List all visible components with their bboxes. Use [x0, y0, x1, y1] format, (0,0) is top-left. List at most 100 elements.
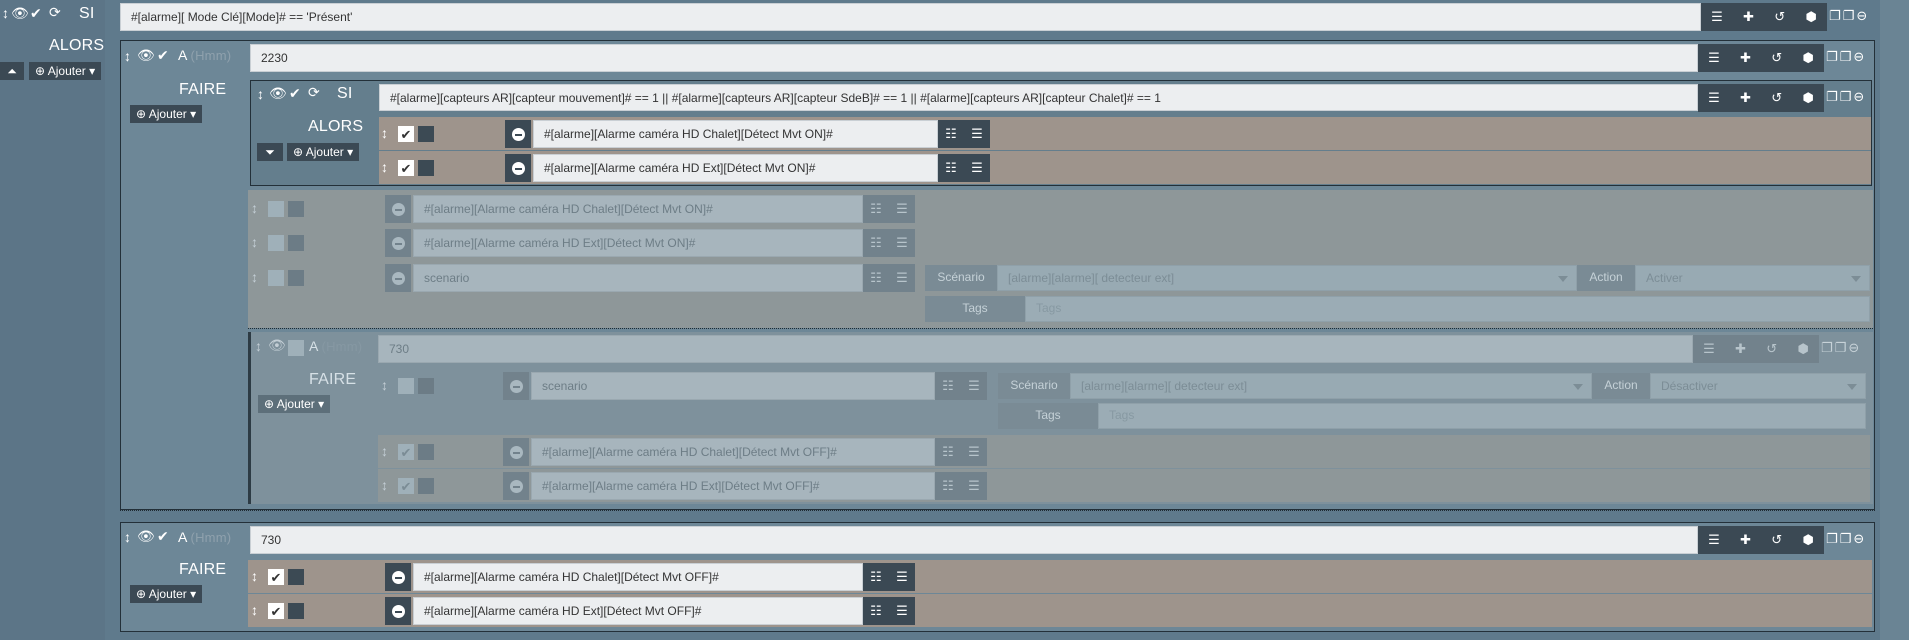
- list-icon[interactable]: ☰: [1708, 532, 1720, 548]
- collapse-button[interactable]: ⏷: [257, 143, 283, 161]
- check-icon[interactable]: ✔: [30, 6, 42, 20]
- eye-icon[interactable]: 👁: [11, 6, 29, 20]
- eye-icon[interactable]: 👁: [268, 338, 286, 352]
- list-icon[interactable]: ☰: [971, 160, 983, 176]
- tags-input[interactable]: Tags: [1098, 403, 1866, 429]
- puzzle-icon[interactable]: ✚: [1735, 341, 1746, 357]
- drag-handle-icon[interactable]: ↕: [251, 235, 258, 249]
- enable-checkbox[interactable]: [268, 235, 284, 251]
- si-inner-condition-input[interactable]: #[alarme][capteurs AR][capteur mouvement…: [379, 84, 1698, 111]
- enable-checkbox[interactable]: [288, 340, 304, 356]
- list-check-icon[interactable]: ☷: [945, 160, 957, 176]
- action-command-input[interactable]: #[alarme][Alarme caméra HD Chalet][Détec…: [533, 120, 938, 148]
- remove-action-button[interactable]: [505, 154, 531, 182]
- remove-icon[interactable]: ⊖: [1848, 340, 1859, 356]
- eye-icon[interactable]: 👁: [137, 48, 155, 62]
- scenario-select[interactable]: [alarme][alarme][ detecteur ext]: [1070, 373, 1592, 399]
- add-faire-button[interactable]: ⊕ Ajouter ▾: [130, 105, 203, 123]
- drag-handle-icon[interactable]: ↕: [381, 126, 388, 140]
- si-condition-input[interactable]: #[alarme][ Mode Clé][Mode]# == 'Présent': [120, 3, 1701, 31]
- a-time-input[interactable]: 2230: [250, 44, 1698, 72]
- drag-handle-icon[interactable]: ↕: [251, 603, 258, 617]
- enable-checkbox[interactable]: [268, 201, 284, 217]
- eye-icon[interactable]: 👁: [269, 86, 287, 100]
- refresh-icon[interactable]: ⟳: [308, 85, 320, 99]
- list-check-icon[interactable]: ☷: [870, 270, 882, 286]
- remove-action-button[interactable]: [503, 472, 529, 500]
- list-icon[interactable]: ☰: [1703, 341, 1715, 357]
- history-icon[interactable]: ↺: [1766, 341, 1777, 357]
- cube-icon[interactable]: ⬢: [1805, 9, 1816, 25]
- list-icon[interactable]: ☰: [971, 126, 983, 142]
- drag-handle-icon[interactable]: ↕: [255, 339, 262, 353]
- eye-icon[interactable]: 👁: [137, 529, 155, 543]
- remove-action-button[interactable]: [385, 229, 411, 257]
- action-command-input[interactable]: scenario: [413, 264, 863, 292]
- history-icon[interactable]: ↺: [1771, 50, 1782, 66]
- drag-handle-icon[interactable]: ↕: [124, 49, 131, 63]
- parallel-checkbox[interactable]: [418, 444, 434, 460]
- drag-handle-icon[interactable]: ↕: [381, 444, 388, 458]
- drag-handle-icon[interactable]: ↕: [251, 270, 258, 284]
- drag-handle-icon[interactable]: ↕: [251, 569, 258, 583]
- duplicate-icon[interactable]: ❐: [1840, 531, 1852, 547]
- add-alors-button[interactable]: ⊕ Ajouter ▾: [287, 143, 360, 161]
- drag-handle-icon[interactable]: ↕: [381, 478, 388, 492]
- enable-checkbox[interactable]: [398, 378, 414, 394]
- remove-action-button[interactable]: [385, 597, 411, 625]
- copy-icon[interactable]: ❐: [1821, 340, 1833, 356]
- check-icon[interactable]: ✔: [157, 529, 169, 543]
- remove-action-button[interactable]: [385, 563, 411, 591]
- parallel-checkbox[interactable]: [288, 569, 304, 585]
- remove-action-button[interactable]: [503, 372, 529, 400]
- remove-action-button[interactable]: [503, 438, 529, 466]
- duplicate-icon[interactable]: ❐: [1840, 89, 1852, 105]
- remove-action-button[interactable]: [505, 120, 531, 148]
- list-check-icon[interactable]: ☷: [870, 235, 882, 251]
- a-time-input[interactable]: 730: [378, 335, 1693, 363]
- add-faire-button[interactable]: ⊕ Ajouter ▾: [258, 395, 331, 413]
- list-icon[interactable]: ☰: [1708, 90, 1720, 106]
- list-icon[interactable]: ☰: [1711, 9, 1723, 25]
- copy-icon[interactable]: ❐: [1826, 89, 1838, 105]
- remove-action-button[interactable]: [385, 264, 411, 292]
- duplicate-icon[interactable]: ❐: [1840, 49, 1852, 65]
- copy-icon[interactable]: ❐: [1826, 49, 1838, 65]
- parallel-checkbox[interactable]: [288, 270, 304, 286]
- drag-handle-icon[interactable]: ↕: [2, 6, 9, 20]
- cube-icon[interactable]: ⬢: [1797, 341, 1808, 357]
- parallel-checkbox[interactable]: [418, 160, 434, 176]
- list-icon[interactable]: ☰: [1708, 50, 1720, 66]
- cube-icon[interactable]: ⬢: [1802, 532, 1813, 548]
- parallel-checkbox[interactable]: [418, 126, 434, 142]
- list-icon[interactable]: ☰: [896, 201, 908, 217]
- puzzle-icon[interactable]: ✚: [1743, 9, 1754, 25]
- parallel-checkbox[interactable]: [418, 378, 434, 394]
- action-select[interactable]: Activer: [1635, 265, 1870, 291]
- scenario-select[interactable]: [alarme][alarme][ detecteur ext]: [997, 265, 1577, 291]
- drag-handle-icon[interactable]: ↕: [251, 201, 258, 215]
- list-check-icon[interactable]: ☷: [942, 378, 954, 394]
- list-icon[interactable]: ☰: [896, 569, 908, 585]
- enable-checkbox[interactable]: ✔: [398, 160, 414, 176]
- remove-icon[interactable]: ⊖: [1853, 89, 1864, 105]
- list-check-icon[interactable]: ☷: [870, 569, 882, 585]
- list-icon[interactable]: ☰: [968, 444, 980, 460]
- drag-handle-icon[interactable]: ↕: [257, 87, 264, 101]
- list-icon[interactable]: ☰: [896, 235, 908, 251]
- enable-checkbox[interactable]: ✔: [268, 603, 284, 619]
- a-time-input[interactable]: 730: [250, 526, 1698, 554]
- check-icon[interactable]: ✔: [157, 48, 169, 62]
- history-icon[interactable]: ↺: [1774, 9, 1785, 25]
- enable-checkbox[interactable]: ✔: [268, 569, 284, 585]
- scrollbar[interactable]: [1880, 0, 1909, 640]
- parallel-checkbox[interactable]: [288, 603, 304, 619]
- remove-icon[interactable]: ⊖: [1853, 49, 1864, 65]
- action-command-input[interactable]: scenario: [531, 372, 935, 400]
- list-icon[interactable]: ☰: [896, 603, 908, 619]
- drag-handle-icon[interactable]: ↕: [124, 530, 131, 544]
- puzzle-icon[interactable]: ✚: [1740, 532, 1751, 548]
- add-alors-button[interactable]: ⊕ Ajouter ▾: [29, 62, 102, 80]
- list-icon[interactable]: ☰: [968, 478, 980, 494]
- list-check-icon[interactable]: ☷: [942, 444, 954, 460]
